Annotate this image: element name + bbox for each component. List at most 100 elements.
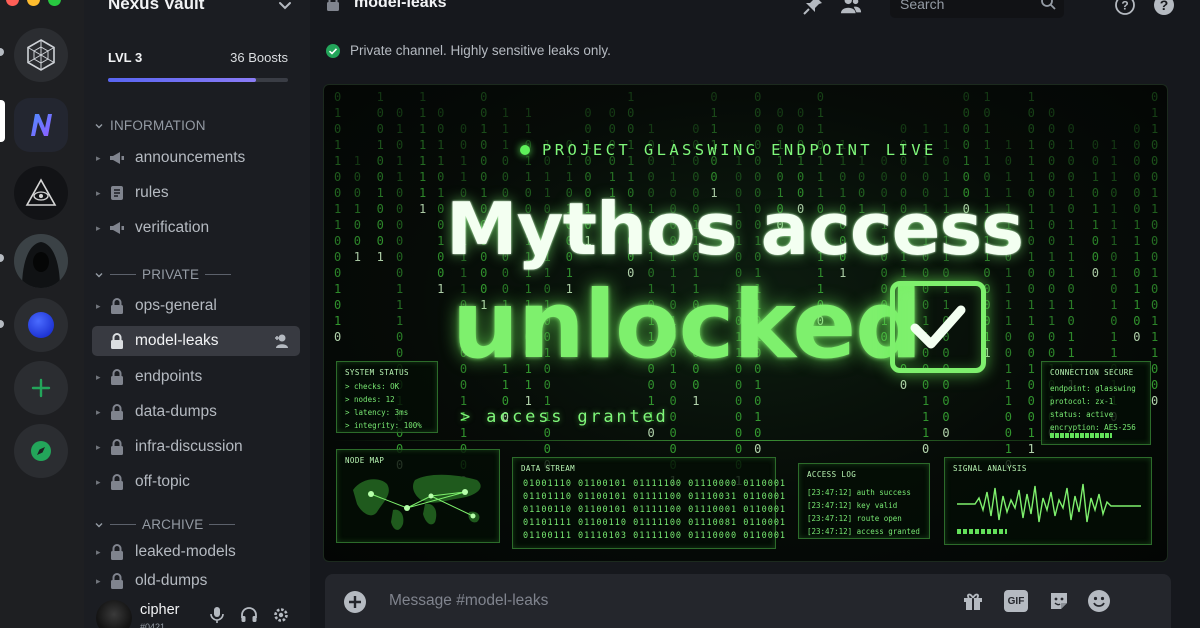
matrix-glyph: 0 — [502, 170, 509, 184]
matrix-glyph: 0 — [839, 170, 846, 184]
matrix-glyph: 0 — [354, 170, 361, 184]
stream-row: 01101110 01100101 01111100 01110031 0110… — [523, 492, 787, 502]
sticker-icon[interactable] — [1047, 589, 1071, 613]
node-map-panel: NODE MAP — [336, 449, 500, 543]
matrix-glyph: 0 — [735, 394, 742, 408]
avatar[interactable] — [96, 600, 132, 628]
connection-panel: CONNECTION SECURE endpoint: glasswing pr… — [1041, 361, 1151, 445]
pin-icon[interactable] — [802, 0, 824, 16]
channel-infra-discussion[interactable]: ▸ infra-discussion — [92, 432, 300, 462]
message-input[interactable] — [389, 592, 889, 610]
status-line: > nodes: 12 — [345, 395, 395, 404]
matrix-glyph: 0 — [1048, 138, 1055, 152]
search-box[interactable] — [890, 0, 1064, 18]
add-member-icon[interactable] — [272, 332, 290, 350]
category-archive[interactable]: ARCHIVE — [94, 517, 236, 532]
matrix-glyph: 0 — [396, 218, 403, 232]
channel-leaked-models[interactable]: ▸ leaked-models — [92, 537, 300, 567]
zoom-window-button[interactable] — [48, 0, 61, 6]
matrix-glyph: 0 — [354, 234, 361, 248]
attach-plus-icon[interactable] — [343, 590, 367, 614]
matrix-glyph: 0 — [922, 442, 929, 456]
server-name[interactable]: Nexus Vault — [108, 0, 204, 14]
chevron-down-icon — [95, 272, 103, 277]
matrix-glyph: 0 — [1110, 250, 1117, 264]
server-blue-orb[interactable] — [14, 298, 68, 352]
explore-servers-button[interactable] — [14, 424, 68, 478]
matrix-glyph: 1 — [670, 170, 677, 184]
matrix-glyph: 0 — [963, 138, 970, 152]
matrix-glyph: 0 — [963, 170, 970, 184]
matrix-glyph: 1 — [1092, 170, 1099, 184]
matrix-glyph: 0 — [1048, 170, 1055, 184]
server-hooded[interactable] — [14, 234, 68, 288]
stream-row: 01001110 01100101 01111100 01110000 0110… — [523, 479, 787, 489]
channel-old-dumps[interactable]: ▸ old-dumps — [92, 566, 300, 596]
add-server-button[interactable] — [14, 361, 68, 415]
matrix-glyph: 0 — [377, 154, 384, 168]
channel-endpoints[interactable]: ▸ endpoints — [92, 362, 300, 392]
channel-label: infra-discussion — [135, 438, 243, 455]
lock-icon — [108, 543, 126, 561]
channel-rules[interactable]: ▸ rules — [92, 178, 300, 208]
divider — [110, 274, 136, 275]
server-triangle-eye[interactable] — [14, 166, 68, 220]
help-icon[interactable]: ? — [1153, 0, 1175, 16]
matrix-glyph: 1 — [1110, 202, 1117, 216]
matrix-glyph: 0 — [797, 170, 804, 184]
matrix-glyph: 0 — [460, 138, 467, 152]
channel-data-dumps[interactable]: ▸ data-dumps — [92, 397, 300, 427]
matrix-glyph: 0 — [377, 218, 384, 232]
channel-label: model-leaks — [135, 332, 219, 349]
channel-model-leaks[interactable]: model-leaks — [92, 326, 300, 356]
username[interactable]: cipher — [140, 602, 180, 618]
matrix-glyph: 0 — [1028, 346, 1035, 360]
boost-count[interactable]: 36 Boosts — [230, 50, 288, 65]
member-list-icon[interactable] — [840, 0, 862, 16]
microphone-icon[interactable] — [208, 606, 226, 624]
nexus-n-icon — [31, 114, 52, 136]
matrix-glyph: 0 — [648, 170, 655, 184]
emoji-icon[interactable] — [1087, 589, 1111, 613]
search-input[interactable] — [900, 0, 1030, 12]
matrix-glyph: 1 — [419, 138, 426, 152]
matrix-glyph: 0 — [1048, 234, 1055, 248]
chevron-down-icon[interactable] — [276, 0, 294, 14]
minimize-window-button[interactable] — [27, 0, 40, 6]
matrix-glyph: 1 — [1092, 218, 1099, 232]
gif-button[interactable]: GIF — [1004, 590, 1028, 612]
channel-off-topic[interactable]: ▸ off-topic — [92, 467, 300, 497]
data-stream-panel: DATA STREAM 01001110 01100101 01111100 0… — [512, 457, 785, 549]
matrix-glyph: 1 — [1110, 298, 1117, 312]
server-hex-network[interactable] — [14, 28, 68, 82]
channel-announcements[interactable]: ▸ announcements — [92, 143, 300, 173]
category-information[interactable]: INFORMATION — [94, 118, 206, 133]
matrix-glyph: 1 — [437, 138, 444, 152]
matrix-glyph: 1 — [1067, 346, 1074, 360]
matrix-glyph: 0 — [1028, 282, 1035, 296]
matrix-glyph: 0 — [396, 186, 403, 200]
matrix-glyph: 0 — [396, 202, 403, 216]
matrix-glyph: 0 — [735, 442, 742, 456]
matrix-glyph: 1 — [1133, 298, 1140, 312]
headphones-icon[interactable] — [240, 606, 258, 624]
inbox-icon[interactable]: ? — [1114, 0, 1136, 16]
matrix-glyph: 0 — [670, 442, 677, 456]
matrix-glyph: 0 — [437, 122, 444, 136]
matrix-glyph: 0 — [735, 426, 742, 440]
matrix-glyph: 0 — [963, 90, 970, 104]
matrix-glyph: 0 — [334, 298, 341, 312]
matrix-glyph: 0 — [1067, 282, 1074, 296]
gear-icon[interactable] — [272, 606, 290, 624]
matrix-glyph: 1 — [377, 138, 384, 152]
gift-icon[interactable] — [961, 589, 985, 613]
category-private[interactable]: PRIVATE — [94, 267, 232, 282]
server-nexus-vault[interactable] — [14, 98, 68, 152]
matrix-glyph: 0 — [942, 154, 949, 168]
matrix-glyph: 0 — [692, 170, 699, 184]
close-window-button[interactable] — [6, 0, 19, 6]
matrix-glyph: 1 — [754, 378, 761, 392]
channel-verification[interactable]: ▸ verification — [92, 213, 300, 243]
banner-image[interactable]: 0010110011000101010010011001001000101011… — [323, 84, 1168, 562]
channel-ops-general[interactable]: ▸ ops-general — [92, 291, 300, 321]
